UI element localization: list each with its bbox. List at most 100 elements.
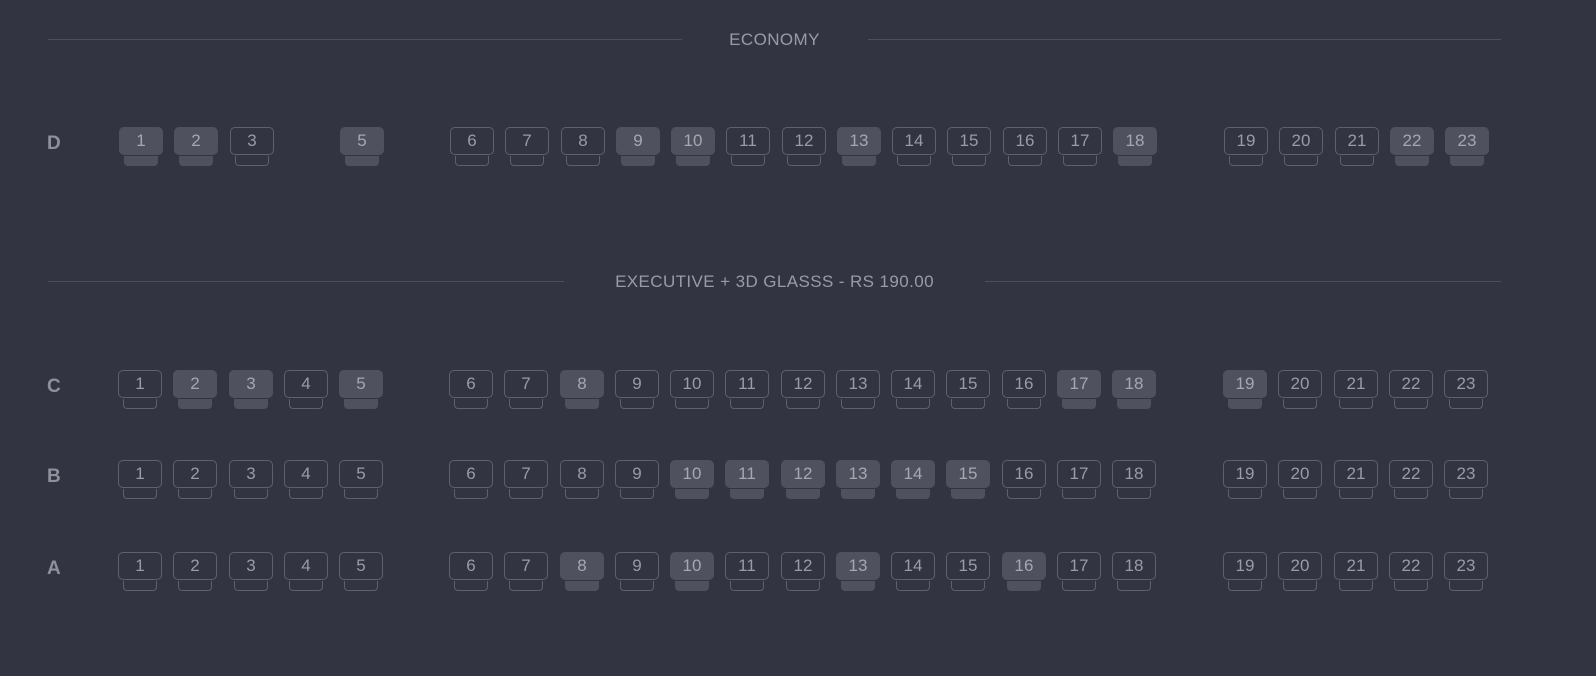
seat-a12[interactable]: 12 [781,552,825,592]
seat-d21[interactable]: 21 [1335,127,1379,167]
seat-c4[interactable]: 4 [284,370,328,410]
seat-a7[interactable]: 7 [504,552,548,592]
seat-number: 22 [1389,552,1433,580]
seat-c22[interactable]: 22 [1389,370,1433,410]
seat-c14[interactable]: 14 [891,370,935,410]
seat-b19[interactable]: 19 [1223,460,1267,500]
seat-b11[interactable]: 11 [725,460,769,500]
seat-b1[interactable]: 1 [118,460,162,500]
seat-d20[interactable]: 20 [1279,127,1323,167]
seat-base [235,156,269,166]
seat-c10[interactable]: 10 [670,370,714,410]
seat-c5[interactable]: 5 [339,370,383,410]
seat-b13[interactable]: 13 [836,460,880,500]
seat-a16[interactable]: 16 [1002,552,1046,592]
seat-d7[interactable]: 7 [505,127,549,167]
seat-c15[interactable]: 15 [946,370,990,410]
seat-b3[interactable]: 3 [229,460,273,500]
seat-b20[interactable]: 20 [1278,460,1322,500]
seat-b14[interactable]: 14 [891,460,935,500]
seat-d13[interactable]: 13 [837,127,881,167]
seat-b7[interactable]: 7 [504,460,548,500]
seat-b21[interactable]: 21 [1334,460,1378,500]
seat-d6[interactable]: 6 [450,127,494,167]
seat-a14[interactable]: 14 [891,552,935,592]
seat-d16[interactable]: 16 [1003,127,1047,167]
seat-a17[interactable]: 17 [1057,552,1101,592]
seat-b10[interactable]: 10 [670,460,714,500]
seat-c17[interactable]: 17 [1057,370,1101,410]
seat-c16[interactable]: 16 [1002,370,1046,410]
seat-d5[interactable]: 5 [340,127,384,167]
seat-base [787,156,821,166]
seat-b18[interactable]: 18 [1112,460,1156,500]
seat-number: 14 [891,552,935,580]
seat-a20[interactable]: 20 [1278,552,1322,592]
seat-base [566,156,600,166]
seat-a21[interactable]: 21 [1334,552,1378,592]
seat-d11[interactable]: 11 [726,127,770,167]
seat-d22[interactable]: 22 [1390,127,1434,167]
seat-d9[interactable]: 9 [616,127,660,167]
seat-c19[interactable]: 19 [1223,370,1267,410]
seat-a11[interactable]: 11 [725,552,769,592]
seat-c23[interactable]: 23 [1444,370,1488,410]
seat-b12[interactable]: 12 [781,460,825,500]
seat-a15[interactable]: 15 [946,552,990,592]
seat-a1[interactable]: 1 [118,552,162,592]
seat-d8[interactable]: 8 [561,127,605,167]
seat-d14[interactable]: 14 [892,127,936,167]
seat-a23[interactable]: 23 [1444,552,1488,592]
seat-c11[interactable]: 11 [725,370,769,410]
seat-c3[interactable]: 3 [229,370,273,410]
seat-d23[interactable]: 23 [1445,127,1489,167]
seat-d17[interactable]: 17 [1058,127,1102,167]
seat-c21[interactable]: 21 [1334,370,1378,410]
seat-d3[interactable]: 3 [230,127,274,167]
seat-c18[interactable]: 18 [1112,370,1156,410]
seat-c20[interactable]: 20 [1278,370,1322,410]
seat-d1[interactable]: 1 [119,127,163,167]
seat-c7[interactable]: 7 [504,370,548,410]
seat-a13[interactable]: 13 [836,552,880,592]
seat-b23[interactable]: 23 [1444,460,1488,500]
seat-b22[interactable]: 22 [1389,460,1433,500]
seat-b15[interactable]: 15 [946,460,990,500]
seat-b17[interactable]: 17 [1057,460,1101,500]
seat-d10[interactable]: 10 [671,127,715,167]
seat-b2[interactable]: 2 [173,460,217,500]
seat-c13[interactable]: 13 [836,370,880,410]
seat-row-a: A 1 2 3 4 5 6 7 8 9 10 11 12 13 14 15 16 17 18 19 20 21 22 23 [0,552,1596,596]
seat-b16[interactable]: 16 [1002,460,1046,500]
seat-a22[interactable]: 22 [1389,552,1433,592]
seat-c6[interactable]: 6 [449,370,493,410]
seat-a10[interactable]: 10 [670,552,714,592]
seat-a19[interactable]: 19 [1223,552,1267,592]
seat-a9[interactable]: 9 [615,552,659,592]
seat-c12[interactable]: 12 [781,370,825,410]
seat-a6[interactable]: 6 [449,552,493,592]
seat-d12[interactable]: 12 [782,127,826,167]
seat-b4[interactable]: 4 [284,460,328,500]
seat-c8[interactable]: 8 [560,370,604,410]
seat-d19[interactable]: 19 [1224,127,1268,167]
seat-b9[interactable]: 9 [615,460,659,500]
seat-d2[interactable]: 2 [174,127,218,167]
seat-b6[interactable]: 6 [449,460,493,500]
seat-a18[interactable]: 18 [1112,552,1156,592]
seat-d15[interactable]: 15 [947,127,991,167]
seat-number: 3 [229,370,273,398]
seat-b5[interactable]: 5 [339,460,383,500]
seat-a2[interactable]: 2 [173,552,217,592]
seat-a4[interactable]: 4 [284,552,328,592]
seat-a8[interactable]: 8 [560,552,604,592]
seat-d18[interactable]: 18 [1113,127,1157,167]
seat-base [289,489,323,499]
seat-c1[interactable]: 1 [118,370,162,410]
seat-c9[interactable]: 9 [615,370,659,410]
seat-c2[interactable]: 2 [173,370,217,410]
seat-number: 19 [1224,127,1268,155]
seat-b8[interactable]: 8 [560,460,604,500]
seat-a5[interactable]: 5 [339,552,383,592]
seat-a3[interactable]: 3 [229,552,273,592]
